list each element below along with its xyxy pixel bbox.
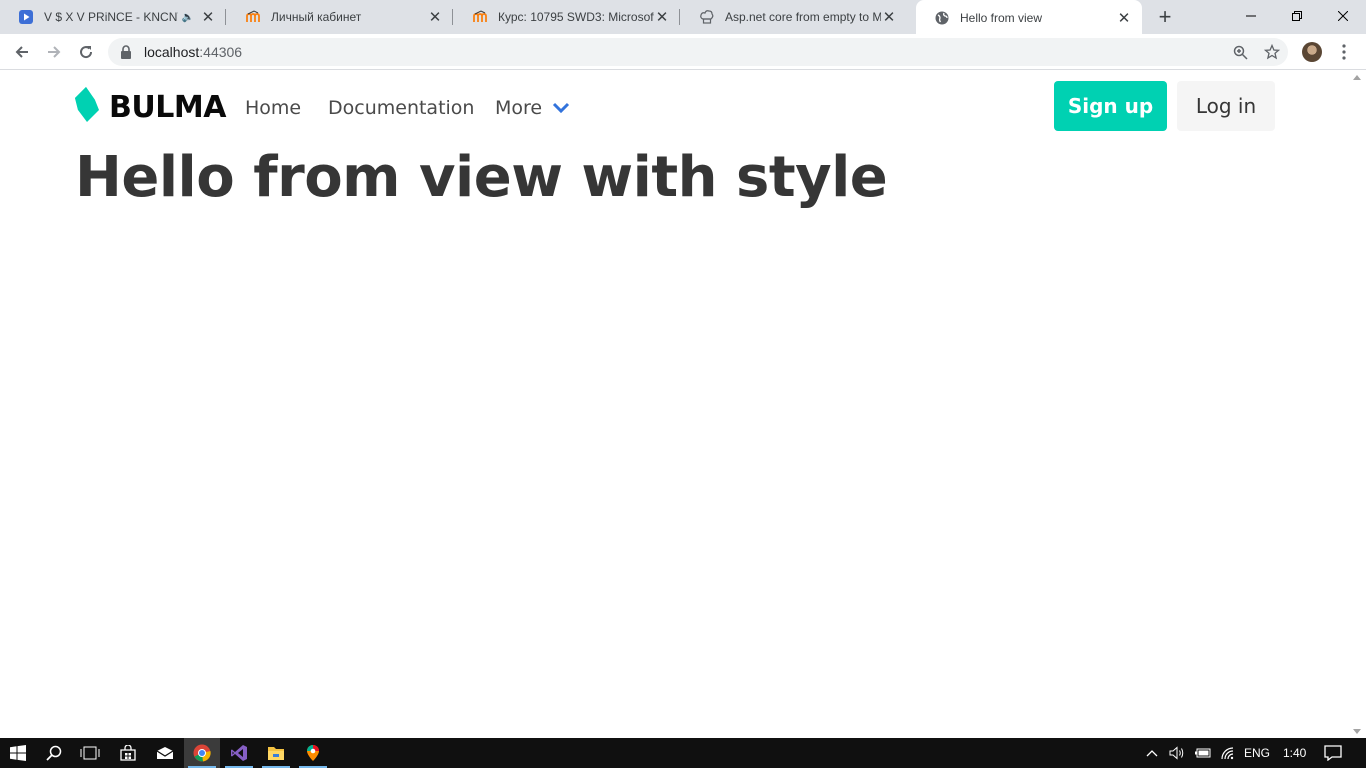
scroll-up-arrow-icon[interactable] [1353,75,1361,80]
nav-more-label: More [495,97,543,119]
tab-cabinet[interactable]: Личный кабинет ✕ [227,0,453,34]
file-explorer-icon[interactable] [258,738,294,768]
tab-separator [452,9,453,25]
zoom-icon[interactable] [1226,38,1254,66]
close-window-button[interactable] [1320,0,1366,32]
wifi-icon[interactable] [1220,738,1236,768]
brand-name: BULMA [109,89,226,125]
url-host: localhost [144,44,200,60]
notifications-icon[interactable] [1324,738,1342,768]
language-indicator[interactable]: ENG [1244,738,1270,768]
youtube-play-icon [18,9,34,25]
moodle-icon [472,9,488,25]
brand-logo[interactable]: BULMA [75,86,226,128]
tab-youtube[interactable]: V $ X V PRiNCE - KNCNTRL 🔈 ✕ [0,0,226,34]
page-scrollbar[interactable] [1349,71,1366,738]
browser-tabstrip: V $ X V PRiNCE - KNCNTRL 🔈 ✕ Личный каби… [0,0,1366,36]
tab-title: Курс: 10795 SWD3: Microsoft . [498,10,654,24]
tab-title: V $ X V PRiNCE - KNCNTRL [44,10,178,24]
reload-button[interactable] [72,38,100,66]
app-pin-icon[interactable] [295,738,331,768]
battery-icon[interactable] [1194,738,1212,768]
browser-toolbar: localhost :44306 [0,34,1366,70]
store-icon[interactable] [110,738,146,768]
globe-icon [934,10,950,26]
nav-home-link[interactable]: Home [245,95,301,121]
visual-studio-icon[interactable] [221,738,257,768]
new-tab-button[interactable]: + [1153,4,1177,29]
nav-more-dropdown[interactable]: More [495,95,570,121]
restore-button[interactable] [1274,0,1320,32]
windows-taskbar: ENG 1:40 [0,738,1366,768]
close-icon[interactable]: ✕ [200,9,216,26]
chrome-taskbar-icon[interactable] [184,738,220,768]
tab-title: Asp.net core from empty to MVC [725,10,881,24]
minimize-button[interactable] [1228,0,1274,32]
navbar: BULMA Home Documentation More Sign up Lo… [0,71,1349,143]
tab-title: Личный кабинет [271,10,362,24]
address-bar[interactable]: localhost :44306 [108,38,1288,66]
log-in-button[interactable]: Log in [1177,81,1275,131]
back-button[interactable] [8,38,36,66]
close-icon[interactable]: ✕ [1116,10,1132,27]
tab-title: Hello from view [960,11,1043,25]
tab-separator [679,9,680,25]
url-port: :44306 [199,44,243,60]
tab-aspnet[interactable]: Asp.net core from empty to MVC ✕ [681,0,907,34]
tab-separator [225,9,226,25]
page-viewport: BULMA Home Documentation More Sign up Lo… [0,71,1349,738]
search-icon[interactable] [36,738,72,768]
scroll-down-arrow-icon[interactable] [1353,729,1361,734]
sign-up-button[interactable]: Sign up [1054,81,1167,131]
profile-avatar[interactable] [1302,42,1322,62]
close-icon[interactable]: ✕ [427,9,443,26]
close-icon[interactable]: ✕ [881,9,897,26]
tab-hello-from-view[interactable]: Hello from view ✕ [916,0,1142,36]
chef-hat-icon [699,9,715,25]
mail-icon[interactable] [147,738,183,768]
bulma-logo-icon [75,86,99,128]
forward-button[interactable] [40,38,68,66]
chevron-down-icon [552,102,570,114]
tab-course[interactable]: Курс: 10795 SWD3: Microsoft . ✕ [454,0,680,34]
lock-icon[interactable] [120,45,134,59]
clock[interactable]: 1:40 [1283,738,1306,768]
page-title: Hello from view with style [75,145,888,210]
close-icon[interactable]: ✕ [654,9,670,26]
moodle-icon [245,9,261,25]
volume-icon[interactable] [1169,738,1185,768]
tray-chevron-up-icon[interactable] [1146,738,1158,768]
more-menu-icon[interactable] [1334,40,1354,64]
task-view-icon[interactable] [72,738,108,768]
bookmark-star-icon[interactable] [1258,38,1286,66]
speaker-icon[interactable]: 🔈 [182,12,194,23]
windows-start-icon[interactable] [0,738,36,768]
nav-documentation-link[interactable]: Documentation [328,95,474,121]
